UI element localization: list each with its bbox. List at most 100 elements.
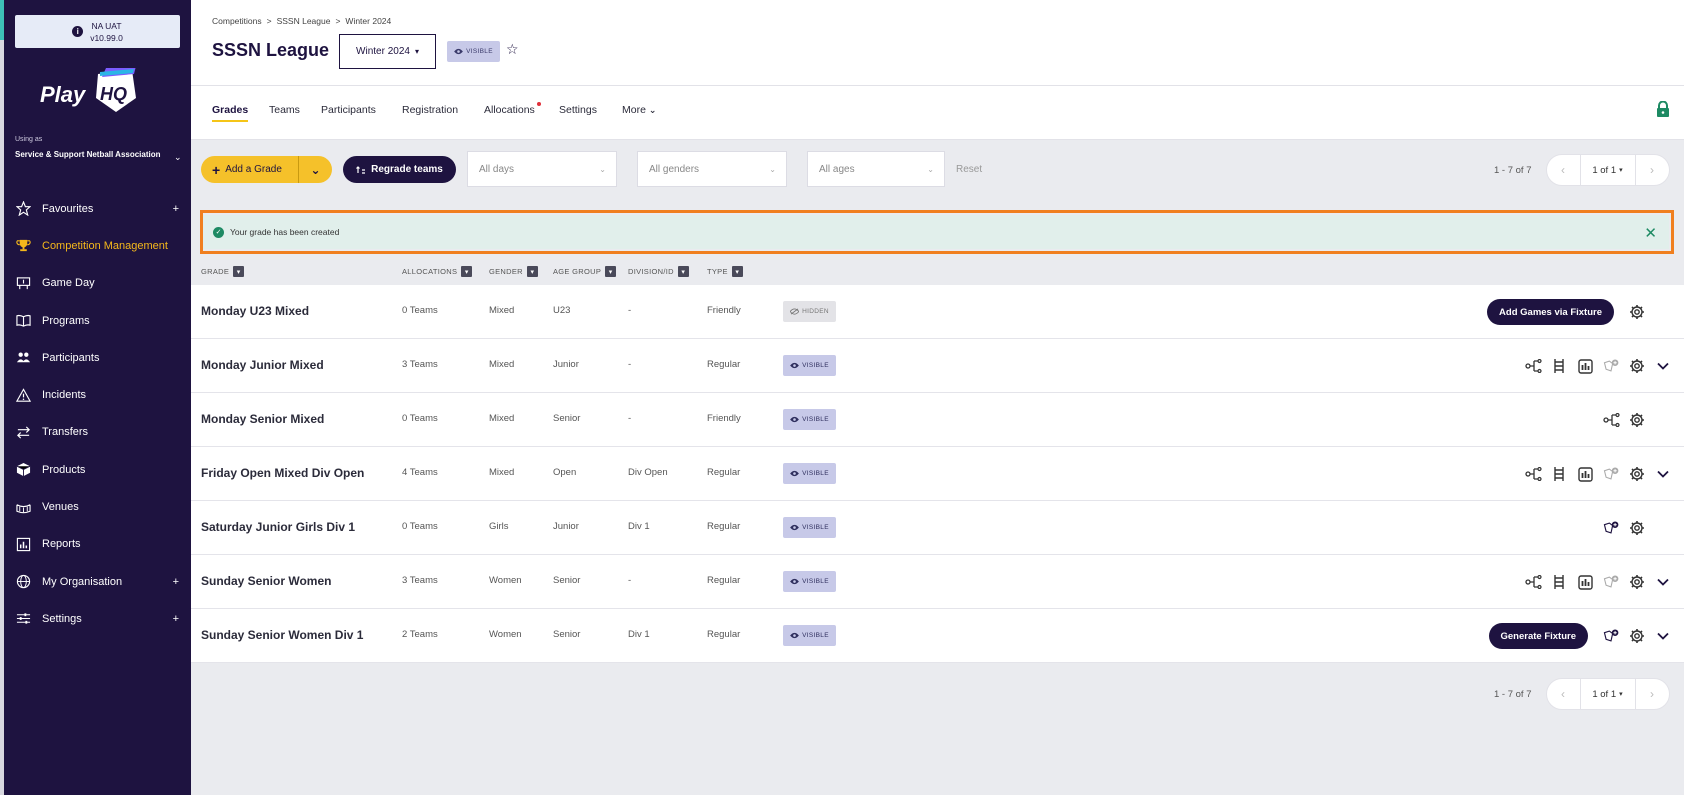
sidebar-item-my-organisation[interactable]: My Organisation + xyxy=(4,563,191,600)
gear-icon[interactable] xyxy=(1628,627,1646,645)
tab-teams[interactable]: Teams xyxy=(269,104,300,116)
tab-allocations[interactable]: Allocations xyxy=(484,102,541,116)
sidebar-item-favourites[interactable]: Favourites + xyxy=(4,190,191,227)
breadcrumb-competitions[interactable]: Competitions xyxy=(212,16,262,26)
column-gender[interactable]: GENDER ▾ xyxy=(489,266,538,277)
gear-icon[interactable] xyxy=(1628,303,1646,321)
page-select[interactable]: 1 of 1 ▾ xyxy=(1579,678,1636,710)
table-row[interactable]: Sunday Senior Women 3 Teams Women Senior - Re… xyxy=(191,555,1684,609)
chart-icon[interactable] xyxy=(1576,465,1594,483)
column-allocations[interactable]: ALLOCATIONS ▾ xyxy=(402,266,473,277)
page-select[interactable]: 1 of 1 ▾ xyxy=(1579,154,1636,186)
sidebar-item-game-day[interactable]: Game Day xyxy=(4,265,191,302)
sidebar-item-participants[interactable]: Participants xyxy=(4,339,191,376)
sidebar-item-reports[interactable]: Reports xyxy=(4,526,191,563)
ages-filter-select[interactable]: All ages ⌄ xyxy=(807,151,945,187)
column-grade[interactable]: GRADE ▾ xyxy=(201,266,245,277)
grade-name[interactable]: Sunday Senior Women xyxy=(201,574,331,588)
gear-icon[interactable] xyxy=(1628,357,1646,375)
next-page-icon[interactable]: › xyxy=(1636,687,1669,701)
chart-icon[interactable] xyxy=(1576,357,1594,375)
ladder-icon[interactable] xyxy=(1550,357,1568,375)
prev-page-icon[interactable]: ‹ xyxy=(1547,163,1580,177)
tab-settings[interactable]: Settings xyxy=(559,104,597,116)
sidebar-item-competition-management[interactable]: Competition Management xyxy=(4,227,191,264)
days-filter-select[interactable]: All days ⌄ xyxy=(467,151,617,187)
favourite-star-icon[interactable]: ☆ xyxy=(506,41,519,58)
expand-plus-icon[interactable]: + xyxy=(173,576,179,588)
sidebar-item-venues[interactable]: Venues xyxy=(4,488,191,525)
sort-caret-icon[interactable]: ▾ xyxy=(605,266,617,277)
breadcrumb-league[interactable]: SSSN League xyxy=(277,16,331,26)
grade-name[interactable]: Monday U23 Mixed xyxy=(201,304,309,318)
shield-plus-grey-icon[interactable] xyxy=(1602,573,1620,591)
breadcrumb-season[interactable]: Winter 2024 xyxy=(345,16,391,26)
column-age-group[interactable]: AGE GROUP ▾ xyxy=(553,266,617,277)
sort-caret-icon[interactable]: ▾ xyxy=(233,266,245,277)
gear-icon[interactable] xyxy=(1628,573,1646,591)
sort-caret-icon[interactable]: ▾ xyxy=(731,266,743,277)
bracket-icon[interactable] xyxy=(1524,357,1542,375)
sidebar-item-transfers[interactable]: Transfers xyxy=(4,414,191,451)
chart-icon[interactable] xyxy=(1576,573,1594,591)
table-row[interactable]: Monday Senior Mixed 0 Teams Mixed Senior - Fr… xyxy=(191,393,1684,447)
gear-icon[interactable] xyxy=(1628,519,1646,537)
sidebar-item-incidents[interactable]: Incidents xyxy=(4,376,191,413)
reset-filters-link[interactable]: Reset xyxy=(956,164,982,175)
chevron-down-icon[interactable]: ⌄ xyxy=(174,152,182,163)
bracket-icon[interactable] xyxy=(1602,411,1620,429)
next-page-icon[interactable]: › xyxy=(1636,163,1669,177)
chevron-down-icon[interactable] xyxy=(1654,357,1672,375)
chevron-down-icon[interactable] xyxy=(1654,573,1672,591)
tab-registration[interactable]: Registration xyxy=(402,104,458,116)
season-dropdown[interactable]: Winter 2024 ▾ xyxy=(339,34,436,69)
table-row[interactable]: Sunday Senior Women Div 1 2 Teams Women Sen… xyxy=(191,609,1684,663)
grade-name[interactable]: Monday Senior Mixed xyxy=(201,412,324,426)
sort-caret-icon[interactable]: ▾ xyxy=(677,266,689,277)
shield-plus-icon[interactable] xyxy=(1602,519,1620,537)
tab-grades[interactable]: Grades xyxy=(212,104,249,122)
add-grade-button[interactable]: + Add a Grade xyxy=(201,156,299,183)
table-row[interactable]: Saturday Junior Girls Div 1 0 Teams Girls J… xyxy=(191,501,1684,555)
grade-name[interactable]: Saturday Junior Girls Div 1 xyxy=(201,520,355,534)
chevron-down-icon[interactable] xyxy=(1654,465,1672,483)
add-games-via-fixture-button[interactable]: Add Games via Fixture xyxy=(1487,299,1614,325)
playhq-logo[interactable]: Play HQ xyxy=(40,68,150,116)
organisation-selector[interactable]: Service & Support Netball Association xyxy=(15,150,165,160)
prev-page-icon[interactable]: ‹ xyxy=(1547,687,1580,701)
genders-filter-select[interactable]: All genders ⌄ xyxy=(637,151,787,187)
ladder-icon[interactable] xyxy=(1550,573,1568,591)
ladder-icon[interactable] xyxy=(1550,465,1568,483)
table-row[interactable]: Monday Junior Mixed 3 Teams Mixed Junior - Re… xyxy=(191,339,1684,393)
shield-plus-icon[interactable] xyxy=(1602,627,1620,645)
expand-plus-icon[interactable]: + xyxy=(173,203,179,215)
lock-icon[interactable] xyxy=(1656,101,1670,118)
tab-more[interactable]: More ⌄ xyxy=(622,104,656,116)
sort-caret-icon[interactable]: ▾ xyxy=(461,266,473,277)
sidebar-item-products[interactable]: Products xyxy=(4,451,191,488)
eye-icon xyxy=(790,578,800,585)
generate-fixture-button[interactable]: Generate Fixture xyxy=(1488,623,1588,649)
bracket-icon[interactable] xyxy=(1524,465,1542,483)
close-icon[interactable]: ✕ xyxy=(1644,224,1657,242)
shield-plus-grey-icon[interactable] xyxy=(1602,465,1620,483)
add-grade-chevron-down-icon[interactable]: ⌄ xyxy=(299,163,332,177)
column-type[interactable]: TYPE ▾ xyxy=(707,266,743,277)
grade-name[interactable]: Monday Junior Mixed xyxy=(201,358,324,372)
sidebar-item-settings[interactable]: Settings + xyxy=(4,600,191,637)
regrade-teams-button[interactable]: Regrade teams xyxy=(343,156,456,183)
sort-caret-icon[interactable]: ▾ xyxy=(526,266,538,277)
shield-plus-grey-icon[interactable] xyxy=(1602,357,1620,375)
gear-icon[interactable] xyxy=(1628,411,1646,429)
sidebar-item-programs[interactable]: Programs xyxy=(4,302,191,339)
bracket-icon[interactable] xyxy=(1524,573,1542,591)
gear-icon[interactable] xyxy=(1628,465,1646,483)
chevron-down-icon[interactable] xyxy=(1654,627,1672,645)
table-row[interactable]: Monday U23 Mixed 0 Teams Mixed U23 - Friendly… xyxy=(191,285,1684,339)
expand-plus-icon[interactable]: + xyxy=(173,613,179,625)
tab-participants[interactable]: Participants xyxy=(321,104,376,116)
table-row[interactable]: Friday Open Mixed Div Open 4 Teams Mixed Op… xyxy=(191,447,1684,501)
grade-name[interactable]: Sunday Senior Women Div 1 xyxy=(201,628,363,642)
grade-name[interactable]: Friday Open Mixed Div Open xyxy=(201,466,364,480)
column-division[interactable]: DIVISION/ID ▾ xyxy=(628,266,689,277)
